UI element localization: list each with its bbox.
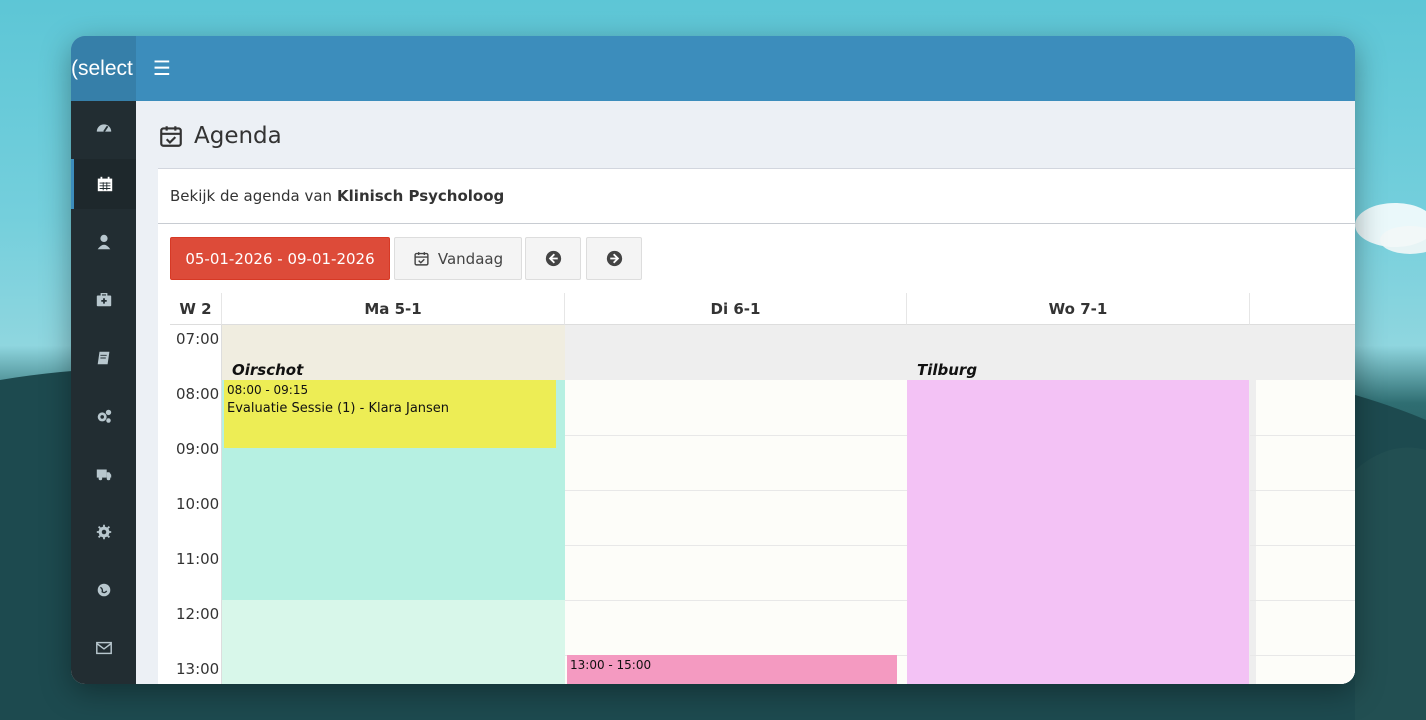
hour-label: 09:00 bbox=[176, 440, 220, 458]
sidebar-item-truck[interactable] bbox=[71, 449, 136, 499]
hour-label: 07:00 bbox=[176, 330, 220, 348]
day-column-wednesday[interactable]: Tilburg bbox=[907, 325, 1250, 684]
appointment-event[interactable]: 08:00 - 09:15 Evaluatie Sessie (1) - Kla… bbox=[224, 380, 556, 448]
day-header-monday: Ma 5-1 bbox=[222, 293, 565, 325]
location-label: Tilburg bbox=[917, 361, 978, 379]
page-header: Agenda bbox=[158, 121, 282, 151]
day-column-monday[interactable]: Oirschot 08:00 - 09:15 Evaluatie Sessie … bbox=[222, 325, 565, 684]
hamburger-icon[interactable]: ☰ bbox=[153, 56, 173, 80]
sidebar-item-dashboard[interactable] bbox=[71, 103, 136, 153]
globe-icon bbox=[97, 583, 110, 597]
today-button[interactable]: Vandaag bbox=[394, 237, 522, 280]
app-window: (select ☰ Agenda Bekijk de agenda van Kl… bbox=[71, 36, 1355, 684]
day-header-thursday bbox=[1250, 293, 1355, 325]
day-header-tuesday: Di 6-1 bbox=[565, 293, 907, 325]
hour-label: 10:00 bbox=[176, 495, 220, 513]
event-time: 13:00 - 15:00 bbox=[570, 658, 652, 672]
psychologist-name: Klinisch Psycholoog bbox=[337, 187, 505, 205]
appointment-event[interactable]: 13:00 - 15:00 bbox=[567, 655, 897, 684]
arrow-left-circle-icon bbox=[545, 250, 561, 267]
date-range-button[interactable]: 05-01-2026 - 09-01-2026 bbox=[170, 237, 390, 280]
truck-icon bbox=[96, 469, 111, 481]
hour-label: 08:00 bbox=[176, 385, 220, 403]
top-navbar: (select ☰ bbox=[71, 36, 1355, 101]
event-time: 08:00 - 09:15 bbox=[227, 383, 309, 397]
book-icon bbox=[97, 351, 109, 365]
app-logo[interactable]: (select bbox=[71, 36, 136, 101]
sidebar bbox=[71, 101, 136, 684]
arrow-right-circle-icon bbox=[606, 250, 622, 267]
availability-block bbox=[907, 380, 1249, 684]
day-column-tuesday[interactable]: 13:00 - 15:00 bbox=[565, 325, 907, 684]
gear-icon bbox=[96, 524, 111, 540]
hour-label: 12:00 bbox=[176, 605, 220, 623]
subtitle-prefix: Bekijk de agenda van bbox=[170, 187, 333, 205]
calendar-check-icon bbox=[414, 252, 429, 266]
availability-block bbox=[222, 600, 565, 684]
calendar-box: Bekijk de agenda van Klinisch Psycholoog… bbox=[158, 168, 1355, 684]
dashboard-icon bbox=[96, 124, 111, 133]
prev-week-button[interactable] bbox=[525, 237, 581, 280]
sidebar-item-user[interactable] bbox=[71, 217, 136, 267]
hour-label: 13:00 bbox=[176, 660, 220, 678]
sidebar-item-calendar[interactable] bbox=[71, 159, 136, 209]
sidebar-item-mail[interactable] bbox=[71, 623, 136, 673]
today-label: Vandaag bbox=[437, 249, 504, 268]
sidebar-item-cogs[interactable] bbox=[71, 391, 136, 441]
next-week-button[interactable] bbox=[586, 237, 642, 280]
week-number-header: W 2 bbox=[170, 293, 222, 325]
calendar-check-icon bbox=[160, 126, 182, 147]
event-title: Evaluatie Sessie (1) - Klara Jansen bbox=[227, 401, 450, 416]
open-block bbox=[1256, 380, 1355, 684]
sidebar-item-medical[interactable] bbox=[71, 275, 136, 325]
cogs-icon bbox=[97, 409, 111, 423]
hour-label: 11:00 bbox=[176, 550, 220, 568]
user-icon bbox=[97, 234, 110, 250]
page-title: Agenda bbox=[194, 123, 282, 149]
main-content: Agenda Bekijk de agenda van Klinisch Psy… bbox=[136, 101, 1355, 684]
sidebar-item-book[interactable] bbox=[71, 333, 136, 383]
day-column-thursday[interactable] bbox=[1250, 325, 1355, 684]
location-label: Oirschot bbox=[232, 361, 304, 379]
medkit-icon bbox=[96, 293, 111, 307]
day-header-wednesday: Wo 7-1 bbox=[907, 293, 1250, 325]
open-block bbox=[565, 380, 907, 684]
time-axis: 07:00 08:00 09:00 10:00 11:00 12:00 13:0… bbox=[170, 325, 222, 684]
sidebar-item-globe[interactable] bbox=[71, 565, 136, 615]
calendar-icon bbox=[97, 176, 113, 192]
sidebar-item-settings[interactable] bbox=[71, 507, 136, 557]
week-calendar: W 2 Ma 5-1 Di 6-1 Wo 7-1 07:00 08:00 09:… bbox=[170, 293, 1355, 684]
envelope-icon bbox=[95, 641, 112, 655]
box-header: Bekijk de agenda van Klinisch Psycholoog bbox=[158, 169, 1355, 224]
